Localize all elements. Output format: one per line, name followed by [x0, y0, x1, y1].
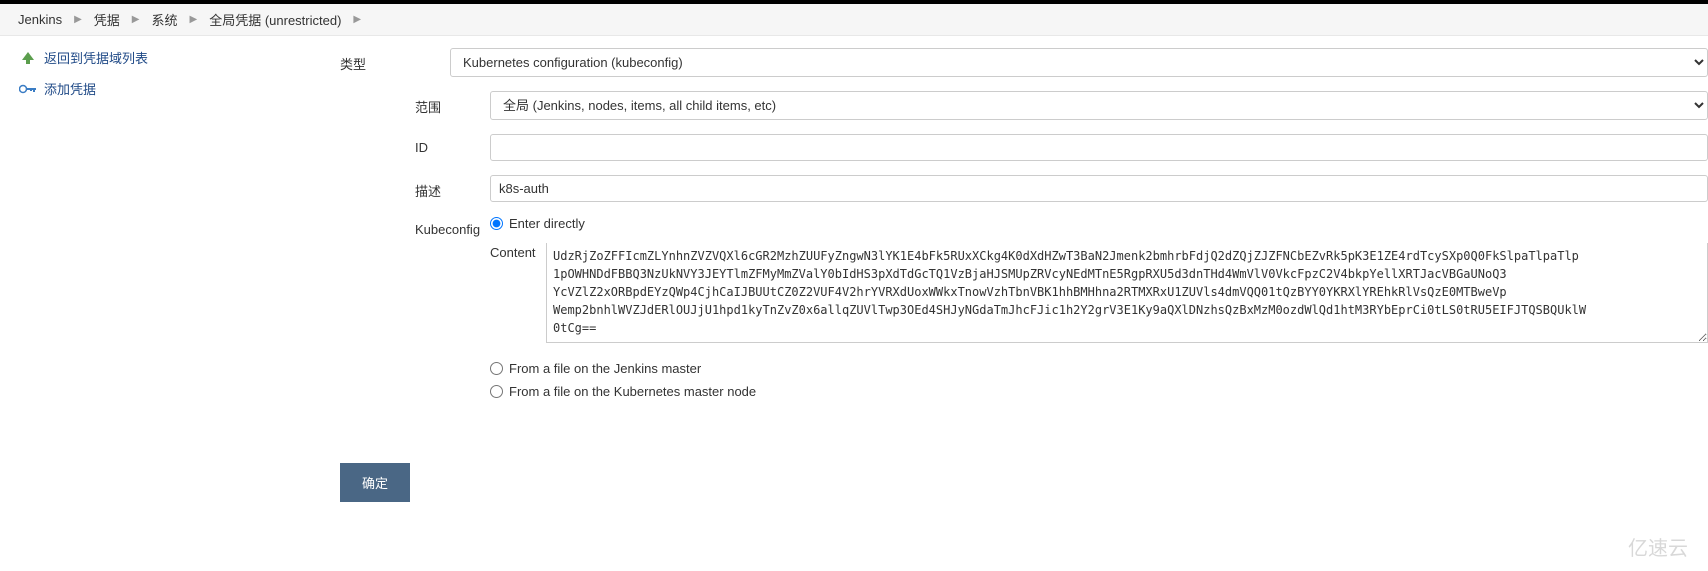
radio-enter-directly-row[interactable]: Enter directly [490, 216, 1708, 231]
content-label: Content [490, 243, 546, 260]
breadcrumb-credentials[interactable]: 凭据 [88, 10, 126, 29]
sidebar: 返回到凭据域列表 添加凭据 [0, 36, 340, 522]
description-label: 描述 [415, 175, 490, 200]
breadcrumb-sep: ▶ [184, 14, 204, 25]
scope-select[interactable]: 全局 (Jenkins, nodes, items, all child ite… [490, 91, 1708, 120]
breadcrumb-system[interactable]: 系统 [146, 10, 184, 29]
id-input[interactable] [490, 134, 1708, 161]
breadcrumb-sep: ▶ [126, 14, 146, 25]
key-icon [16, 83, 40, 95]
sidebar-back-label[interactable]: 返回到凭据域列表 [44, 48, 148, 67]
description-input[interactable] [490, 175, 1708, 202]
radio-enter-directly-label[interactable]: Enter directly [509, 216, 585, 231]
scope-label: 范围 [415, 91, 490, 116]
watermark: 亿速云 [1628, 532, 1688, 561]
radio-file-k8s[interactable] [490, 385, 503, 398]
radio-file-master[interactable] [490, 362, 503, 375]
id-label: ID [415, 134, 490, 155]
breadcrumb-sep: ▶ [68, 14, 88, 25]
kind-select[interactable]: Kubernetes configuration (kubeconfig) [450, 48, 1708, 77]
up-arrow-icon [16, 50, 40, 66]
kubeconfig-label: Kubeconfig [415, 216, 490, 237]
radio-file-k8s-row[interactable]: From a file on the Kubernetes master nod… [490, 384, 1708, 399]
content-textarea[interactable] [546, 243, 1708, 343]
breadcrumb-jenkins[interactable]: Jenkins [12, 12, 68, 27]
sidebar-add-credentials[interactable]: 添加凭据 [16, 79, 340, 98]
breadcrumb-sep: ▶ [347, 14, 367, 25]
kind-label: 类型 [340, 48, 450, 73]
radio-file-master-label[interactable]: From a file on the Jenkins master [509, 361, 701, 376]
content-area: 类型 Kubernetes configuration (kubeconfig)… [340, 36, 1708, 522]
submit-button[interactable]: 确定 [340, 463, 410, 502]
radio-file-k8s-label[interactable]: From a file on the Kubernetes master nod… [509, 384, 756, 399]
radio-file-master-row[interactable]: From a file on the Jenkins master [490, 361, 1708, 376]
breadcrumb: Jenkins ▶ 凭据 ▶ 系统 ▶ 全局凭据 (unrestricted) … [0, 4, 1708, 36]
radio-enter-directly[interactable] [490, 217, 503, 230]
sidebar-back[interactable]: 返回到凭据域列表 [16, 48, 340, 67]
sidebar-add-label[interactable]: 添加凭据 [44, 79, 96, 98]
breadcrumb-global[interactable]: 全局凭据 (unrestricted) [203, 10, 347, 29]
